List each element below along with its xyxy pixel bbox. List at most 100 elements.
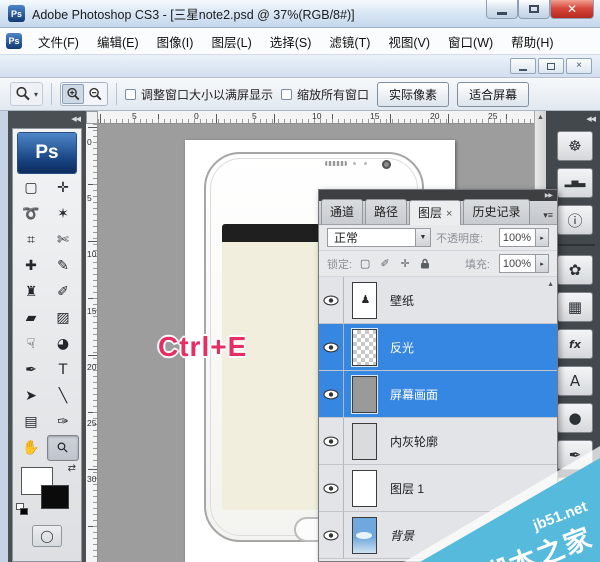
resize-windows-checkbox[interactable] <box>125 89 136 100</box>
tool-hand[interactable]: ✋ <box>15 435 47 461</box>
layer-row-screen[interactable]: 屏幕画面 <box>319 371 557 418</box>
layer-thumbnail[interactable] <box>344 329 384 366</box>
close-button[interactable]: ✕ <box>550 0 594 19</box>
history-brush-icon: ✐ <box>57 285 69 299</box>
tool-rectangular-marquee[interactable]: ▢ <box>15 175 47 201</box>
tab-history[interactable]: 历史记录 <box>463 199 529 224</box>
eye-cell[interactable] <box>319 418 344 464</box>
fill-input[interactable]: 100% ▸ <box>499 254 549 273</box>
eye-cell[interactable] <box>319 277 344 323</box>
smudge-icon: ☟ <box>27 337 36 351</box>
info-icon[interactable]: ⓘ <box>557 205 593 235</box>
tool-lasso[interactable]: ➰ <box>15 201 47 227</box>
menu-window[interactable]: 窗口(W) <box>439 28 502 55</box>
zoom-out-button[interactable] <box>84 84 106 104</box>
lock-transparency-icon[interactable]: ▢ <box>357 256 373 272</box>
layer-name: 图层 1 <box>390 480 424 497</box>
histogram-icon[interactable]: ▂▅▃ <box>557 168 593 198</box>
layer-row-wallpaper[interactable]: ♟ 壁纸 <box>319 277 557 324</box>
chevron-right-icon[interactable]: ▸ <box>535 255 548 272</box>
tool-healing-brush[interactable]: ✚ <box>15 253 47 279</box>
tool-path-selection[interactable]: ➤ <box>15 383 47 409</box>
quick-mask-button[interactable]: ◯ <box>32 525 62 547</box>
slice-icon: ✄ <box>57 233 69 247</box>
blend-row: 正常 ▼ 不透明度: 100% ▸ <box>319 225 557 251</box>
character-icon[interactable]: A <box>557 366 593 396</box>
tool-zoom[interactable]: ⚲ <box>47 435 79 461</box>
tool-history-brush[interactable]: ✐ <box>47 279 79 305</box>
tool-slice[interactable]: ✄ <box>47 227 79 253</box>
layer-thumbnail[interactable] <box>344 376 384 413</box>
layer-thumbnail[interactable]: ♟ <box>344 282 384 319</box>
panel-dock-collapse[interactable]: ◀◀ <box>546 111 600 126</box>
eye-cell[interactable] <box>319 371 344 417</box>
layer-row-outline[interactable]: 内灰轮廓 <box>319 418 557 465</box>
tool-line[interactable]: ╲ <box>47 383 79 409</box>
tool-eyedropper[interactable]: ✑ <box>47 409 79 435</box>
color-panel-icon[interactable]: ✿ <box>557 255 593 285</box>
tool-notes[interactable]: ▤ <box>15 409 47 435</box>
minimize-button[interactable] <box>486 0 518 19</box>
tool-magic-wand[interactable]: ✶ <box>47 201 79 227</box>
doc-close-button[interactable]: × <box>566 58 592 74</box>
tool-move[interactable]: ✛ <box>47 175 79 201</box>
swap-colors-icon[interactable]: ⇄ <box>68 463 76 474</box>
lock-pixels-icon[interactable]: ✐ <box>377 256 393 272</box>
tab-close-icon[interactable]: × <box>446 208 452 220</box>
tool-dodge[interactable]: ◕ <box>47 331 79 357</box>
chevron-right-icon[interactable]: ▸ <box>535 229 548 246</box>
doc-minimize-button[interactable] <box>510 58 536 74</box>
ruler-number: 0 <box>194 111 199 121</box>
tab-paths[interactable]: 路径 <box>365 199 407 224</box>
background-color-swatch[interactable] <box>41 485 69 509</box>
tool-smudge[interactable]: ☟ <box>15 331 47 357</box>
tool-brush[interactable]: ✎ <box>47 253 79 279</box>
ruler-number: 15 <box>87 307 97 316</box>
eye-cell[interactable] <box>319 324 344 370</box>
current-tool-well[interactable]: ▾ <box>10 82 43 106</box>
tool-crop[interactable]: ⌗ <box>15 227 47 253</box>
menu-help[interactable]: 帮助(H) <box>502 28 562 55</box>
layer-thumbnail[interactable] <box>344 423 384 460</box>
menu-filter[interactable]: 滤镜(T) <box>320 28 379 55</box>
lock-all-icon[interactable] <box>417 256 433 272</box>
tool-dock-collapse[interactable]: ◀◀ <box>8 111 86 126</box>
horizontal-ruler: 5 0 5 10 15 20 25 <box>98 111 534 124</box>
tab-layers[interactable]: 图层× <box>409 200 461 225</box>
menu-view[interactable]: 视图(V) <box>379 28 439 55</box>
menu-layer[interactable]: 图层(L) <box>202 28 260 55</box>
opacity-input[interactable]: 100% ▸ <box>499 228 549 247</box>
layer-row-reflection[interactable]: 反光 <box>319 324 557 371</box>
default-colors-icon[interactable] <box>16 503 29 515</box>
menu-edit[interactable]: 编辑(E) <box>88 28 148 55</box>
swatches-icon[interactable]: ▦ <box>557 292 593 322</box>
eye-cell[interactable] <box>319 512 344 558</box>
doc-restore-button[interactable] <box>538 58 564 74</box>
chevron-down-icon[interactable]: ▼ <box>415 229 430 246</box>
sphere-icon[interactable]: ● <box>557 403 593 433</box>
zoom-in-button[interactable] <box>62 84 84 104</box>
tool-eraser[interactable]: ▰ <box>15 305 47 331</box>
eye-cell[interactable] <box>319 465 344 511</box>
panel-menu-icon[interactable]: ▾≡ <box>543 210 553 221</box>
scroll-up-icon[interactable]: ▲ <box>535 111 546 121</box>
tool-type[interactable]: T <box>47 357 79 383</box>
blend-mode-select[interactable]: 正常 ▼ <box>327 228 431 247</box>
lock-position-icon[interactable]: ✛ <box>397 256 413 272</box>
scroll-up-icon[interactable]: ▲ <box>547 281 554 288</box>
menu-select[interactable]: 选择(S) <box>261 28 321 55</box>
zoom-all-windows-checkbox[interactable] <box>281 89 292 100</box>
layer-thumbnail[interactable] <box>344 517 384 554</box>
tool-pen[interactable]: ✒ <box>15 357 47 383</box>
layer-thumbnail[interactable] <box>344 470 384 507</box>
menu-image[interactable]: 图像(I) <box>148 28 203 55</box>
tab-channels[interactable]: 通道 <box>321 199 363 224</box>
maximize-button[interactable] <box>518 0 550 19</box>
menu-file[interactable]: 文件(F) <box>29 28 88 55</box>
tool-gradient[interactable]: ▨ <box>47 305 79 331</box>
actual-pixels-button[interactable]: 实际像素 <box>377 82 449 107</box>
fit-screen-button[interactable]: 适合屏幕 <box>457 82 529 107</box>
styles-icon[interactable]: fx <box>557 329 593 359</box>
tool-clone-stamp[interactable]: ♜ <box>15 279 47 305</box>
navigator-icon[interactable]: ☸ <box>557 131 593 161</box>
